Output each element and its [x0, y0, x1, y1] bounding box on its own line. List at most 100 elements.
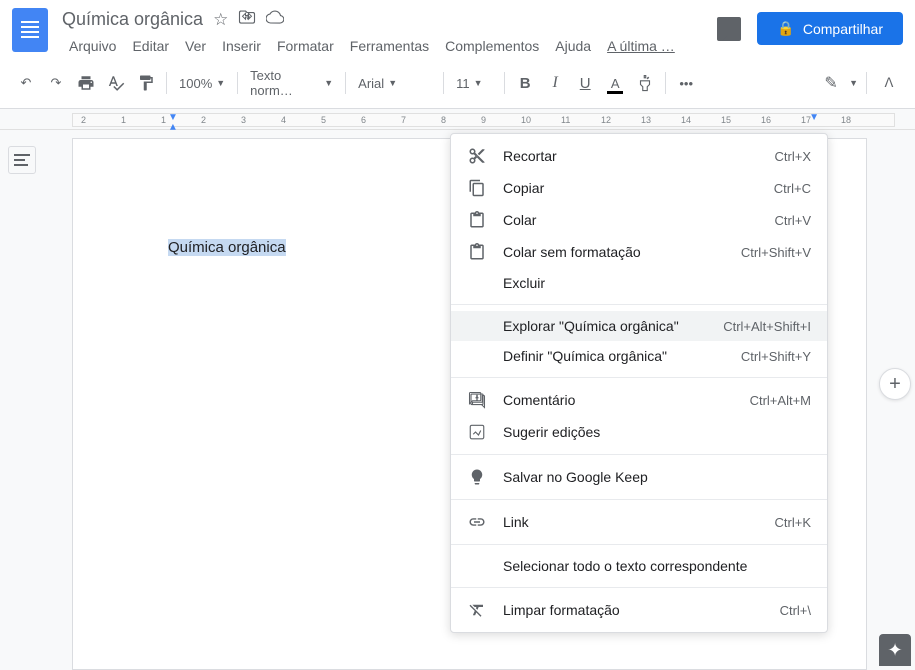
ruler-tick: 12	[601, 115, 611, 125]
ruler-tick: 3	[241, 115, 246, 125]
menu-tools[interactable]: Ferramentas	[343, 34, 436, 58]
context-item-label: Colar sem formatação	[503, 244, 741, 260]
menu-view[interactable]: Ver	[178, 34, 213, 58]
context-separator	[451, 377, 827, 378]
context-item-label: Selecionar todo o texto correspondente	[503, 558, 811, 574]
fontsize-dropdown[interactable]: 11 ▼	[450, 72, 498, 95]
ruler-tick: 2	[81, 115, 86, 125]
comments-icon[interactable]	[717, 17, 741, 41]
context-item-shortcut: Ctrl+Shift+V	[741, 245, 811, 260]
menu-edit[interactable]: Editar	[125, 34, 176, 58]
context-item[interactable]: Colar sem formataçãoCtrl+Shift+V	[451, 236, 827, 268]
undo-button[interactable]: ↶	[12, 69, 40, 97]
ruler-tick: 11	[561, 115, 570, 125]
context-item[interactable]: LinkCtrl+K	[451, 506, 827, 538]
context-item-label: Comentário	[503, 392, 750, 408]
star-icon[interactable]: ☆	[213, 10, 228, 30]
context-item[interactable]: Limpar formataçãoCtrl+\	[451, 594, 827, 626]
font-dropdown[interactable]: Arial ▼	[352, 72, 437, 95]
underline-button[interactable]: U	[571, 69, 599, 97]
caret-down-icon: ▼	[324, 78, 333, 88]
context-item-label: Limpar formatação	[503, 602, 780, 618]
selected-text[interactable]: Química orgânica	[168, 239, 286, 256]
context-item[interactable]: ComentárioCtrl+Alt+M	[451, 384, 827, 416]
copy-icon	[467, 179, 487, 197]
caret-down-icon: ▼	[849, 78, 858, 88]
context-menu: RecortarCtrl+XCopiarCtrl+CColarCtrl+VCol…	[450, 133, 828, 633]
context-separator	[451, 454, 827, 455]
menu-format[interactable]: Formatar	[270, 34, 341, 58]
cut-icon	[467, 147, 487, 165]
context-item[interactable]: RecortarCtrl+X	[451, 140, 827, 172]
text-color-button[interactable]: A	[601, 69, 629, 97]
context-item-shortcut: Ctrl+Alt+M	[750, 393, 811, 408]
context-item[interactable]: Excluir	[451, 268, 827, 298]
zoom-dropdown[interactable]: 100% ▼	[173, 72, 231, 95]
collapse-toolbar-button[interactable]: ᐱ	[875, 69, 903, 97]
context-separator	[451, 544, 827, 545]
context-item[interactable]: Explorar "Química orgânica"Ctrl+Alt+Shif…	[451, 311, 827, 341]
outline-toggle[interactable]	[8, 146, 36, 174]
spellcheck-button[interactable]	[102, 69, 130, 97]
ruler-tick: 18	[841, 115, 851, 125]
link-icon	[467, 513, 487, 531]
ruler-tick: 16	[761, 115, 771, 125]
docs-logo[interactable]	[12, 8, 48, 52]
context-item-shortcut: Ctrl+X	[775, 149, 811, 164]
ruler-tick: 13	[641, 115, 651, 125]
context-item[interactable]: Definir "Química orgânica"Ctrl+Shift+Y	[451, 341, 827, 371]
context-item-shortcut: Ctrl+Shift+Y	[741, 349, 811, 364]
context-item[interactable]: ColarCtrl+V	[451, 204, 827, 236]
ruler-tick: 17	[801, 115, 811, 125]
highlight-button[interactable]	[631, 69, 659, 97]
lock-icon: 🔒	[777, 20, 794, 37]
context-item-shortcut: Ctrl+Alt+Shift+I	[723, 319, 811, 334]
ruler-tick: 1	[161, 115, 166, 125]
context-item[interactable]: Selecionar todo o texto correspondente	[451, 551, 827, 581]
italic-button[interactable]: I	[541, 69, 569, 97]
ruler-tick: 5	[321, 115, 326, 125]
context-separator	[451, 587, 827, 588]
keep-icon	[467, 468, 487, 486]
context-item-shortcut: Ctrl+\	[780, 603, 811, 618]
context-item[interactable]: CopiarCtrl+C	[451, 172, 827, 204]
ruler-tick: 8	[441, 115, 446, 125]
share-button[interactable]: 🔒 Compartilhar	[757, 12, 903, 45]
move-folder-icon[interactable]	[238, 8, 256, 31]
context-item[interactable]: Sugerir edições	[451, 416, 827, 448]
ruler-tick: 15	[721, 115, 731, 125]
context-item-label: Recortar	[503, 148, 775, 164]
context-item-shortcut: Ctrl+C	[774, 181, 811, 196]
print-button[interactable]	[72, 69, 100, 97]
context-separator	[451, 499, 827, 500]
bold-button[interactable]: B	[511, 69, 539, 97]
cloud-status-icon[interactable]	[266, 8, 284, 31]
ruler[interactable]: ▼ ▼ ▼ 21123456789101112131415161718	[72, 113, 895, 127]
context-separator	[451, 304, 827, 305]
paint-format-button[interactable]	[132, 69, 160, 97]
explore-fab[interactable]: ✦	[879, 634, 911, 666]
context-item-label: Salvar no Google Keep	[503, 469, 811, 485]
ruler-tick: 2	[201, 115, 206, 125]
clear-icon	[467, 601, 487, 619]
ruler-tick: 1	[121, 115, 126, 125]
context-item-label: Colar	[503, 212, 775, 228]
menu-help[interactable]: Ajuda	[548, 34, 598, 58]
last-edit-link[interactable]: A última …	[600, 34, 682, 58]
document-title[interactable]: Química orgânica	[62, 9, 203, 30]
menu-addons[interactable]: Complementos	[438, 34, 546, 58]
ruler-tick: 6	[361, 115, 366, 125]
context-item-label: Sugerir edições	[503, 424, 811, 440]
add-comment-fab[interactable]: +	[879, 368, 911, 400]
toolbar: ↶ ↷ 100% ▼ Texto norm… ▼ Arial ▼ 11 ▼ B …	[0, 58, 915, 109]
editing-mode-button[interactable]: ✎	[817, 69, 845, 97]
context-item-shortcut: Ctrl+V	[775, 213, 811, 228]
context-item[interactable]: Salvar no Google Keep	[451, 461, 827, 493]
more-button[interactable]: •••	[672, 69, 700, 97]
ruler-tick: 9	[481, 115, 486, 125]
menu-file[interactable]: Arquivo	[62, 34, 123, 58]
style-dropdown[interactable]: Texto norm… ▼	[244, 64, 339, 102]
caret-down-icon: ▼	[216, 78, 225, 88]
menu-insert[interactable]: Inserir	[215, 34, 268, 58]
redo-button[interactable]: ↷	[42, 69, 70, 97]
